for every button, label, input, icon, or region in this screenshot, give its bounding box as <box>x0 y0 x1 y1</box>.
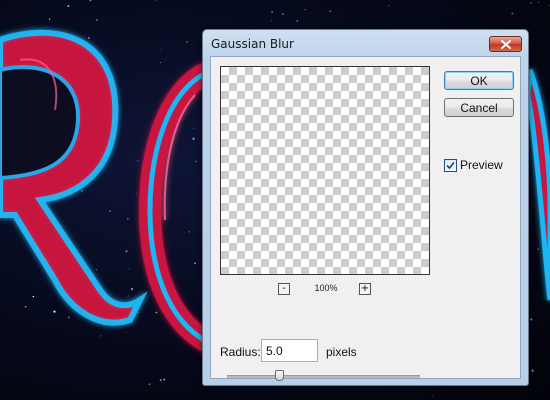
checkmark-icon <box>446 161 455 169</box>
close-button[interactable] <box>489 36 522 52</box>
star <box>186 40 188 43</box>
preview-label: Preview <box>460 158 503 172</box>
star <box>24 305 27 308</box>
star <box>79 388 81 390</box>
star <box>531 369 534 372</box>
gaussian-blur-dialog: Gaussian Blur - 100% + OK Cancel Preview… <box>202 29 529 386</box>
star <box>359 2 361 4</box>
star <box>271 20 273 22</box>
star <box>137 160 139 162</box>
star <box>159 379 162 382</box>
star <box>87 37 90 39</box>
zoom-in-button[interactable]: + <box>359 283 371 295</box>
star <box>136 192 137 194</box>
zoom-out-button[interactable]: - <box>278 283 290 295</box>
star <box>432 396 434 397</box>
star <box>530 318 533 321</box>
star <box>304 9 306 11</box>
cancel-button[interactable]: Cancel <box>444 98 514 117</box>
star <box>155 311 158 314</box>
star <box>95 18 99 22</box>
star <box>388 4 390 6</box>
star <box>271 10 273 13</box>
star <box>45 26 47 28</box>
star <box>537 248 539 250</box>
star <box>195 160 197 163</box>
star <box>127 218 129 220</box>
star <box>511 12 514 15</box>
star <box>193 127 195 129</box>
star <box>32 295 35 298</box>
star <box>53 310 56 313</box>
star <box>67 5 70 8</box>
dialog-title: Gaussian Blur <box>211 37 294 51</box>
star <box>282 13 284 15</box>
star <box>137 311 139 314</box>
star <box>194 262 196 265</box>
radius-input[interactable]: 5.0 <box>261 339 318 362</box>
star <box>131 288 133 290</box>
radius-slider[interactable] <box>227 375 420 378</box>
star <box>125 331 127 333</box>
star <box>89 0 92 2</box>
star <box>548 5 550 7</box>
star <box>329 10 332 13</box>
star <box>155 0 157 1</box>
star <box>100 335 102 337</box>
star <box>127 295 129 297</box>
preview-checkbox[interactable] <box>444 158 457 172</box>
preview-area[interactable] <box>220 66 430 275</box>
star <box>160 49 162 50</box>
star <box>538 1 539 3</box>
star <box>296 20 298 22</box>
star <box>163 378 166 381</box>
zoom-level: 100% <box>314 283 338 293</box>
dialog-content: - 100% + OK Cancel Preview Radius: 5.0 p… <box>210 56 521 381</box>
star <box>67 316 70 319</box>
dialog-titlebar[interactable]: Gaussian Blur <box>203 30 528 56</box>
ok-button[interactable]: OK <box>444 71 514 90</box>
radius-label: Radius: <box>220 345 261 359</box>
photoshop-canvas: Gaussian Blur - 100% + OK Cancel Preview… <box>0 0 550 400</box>
star <box>95 269 98 271</box>
radius-units: pixels <box>326 345 357 359</box>
star <box>125 250 128 253</box>
star <box>81 189 83 192</box>
radius-slider-thumb[interactable] <box>275 370 285 381</box>
star <box>170 245 171 247</box>
star <box>160 61 161 63</box>
star <box>48 18 51 20</box>
star <box>192 137 195 140</box>
close-x-icon <box>500 39 511 49</box>
star <box>128 268 130 270</box>
star <box>188 231 190 233</box>
star <box>148 383 151 385</box>
star <box>111 247 113 249</box>
preview-toggle[interactable]: Preview <box>444 158 503 172</box>
star <box>109 210 111 212</box>
star <box>530 2 532 4</box>
